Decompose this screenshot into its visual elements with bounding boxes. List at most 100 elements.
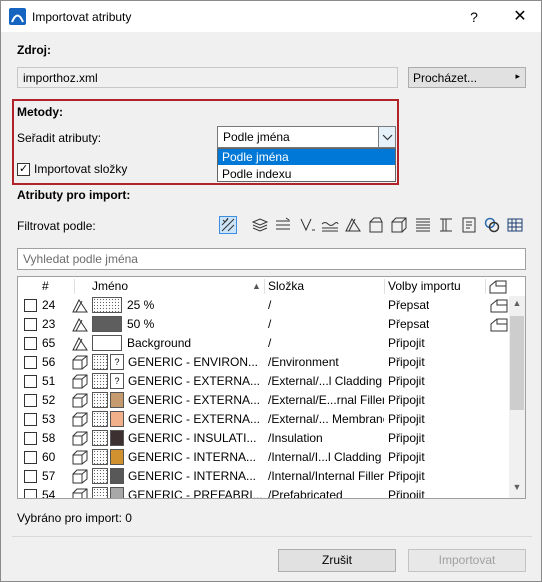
table-row[interactable]: 23 50 % / Přepsat xyxy=(18,315,509,334)
fill-type-icon xyxy=(72,299,88,313)
row-index: 53 xyxy=(42,412,56,426)
table-row[interactable]: 53 GENERIC - EXTERNA... /External/... Memb… xyxy=(18,410,509,429)
row-import-option[interactable]: Připojit xyxy=(388,469,425,483)
chevron-down-icon xyxy=(382,134,393,141)
unknown-surface-icon: ? xyxy=(110,354,124,370)
table-row[interactable]: 52 GENERIC - EXTERNA... /External/E...rnal… xyxy=(18,391,509,410)
column-header-index[interactable]: # xyxy=(42,277,49,296)
row-import-option[interactable]: Připojit xyxy=(388,336,425,350)
sort-attributes-select[interactable]: Podle jména xyxy=(217,126,396,148)
row-name: GENERIC - INTERNA... xyxy=(128,469,257,483)
row-checkbox[interactable] xyxy=(24,432,37,445)
row-import-option[interactable]: Připojit xyxy=(388,374,425,388)
row-checkbox[interactable] xyxy=(24,356,37,369)
row-checkbox[interactable] xyxy=(24,470,37,483)
row-import-option[interactable]: Připojit xyxy=(388,488,425,498)
building-materials-icon[interactable] xyxy=(390,216,408,234)
pens-icon[interactable] xyxy=(274,216,292,234)
fill-swatch xyxy=(92,354,108,370)
row-import-option[interactable]: Připojit xyxy=(388,355,425,369)
row-index: 51 xyxy=(42,374,56,388)
row-checkbox[interactable] xyxy=(24,394,37,407)
column-header-name[interactable]: Jméno xyxy=(92,277,128,296)
surface-swatch xyxy=(110,392,124,408)
methods-heading: Metody: xyxy=(17,105,63,119)
source-heading: Zdroj: xyxy=(17,43,51,57)
row-import-option[interactable]: Připojit xyxy=(388,431,425,445)
import-folders-label: Importovat složky xyxy=(34,162,128,176)
row-name: 25 % xyxy=(127,298,155,312)
table-row[interactable]: 56? GENERIC - ENVIRON... /Environment Připo… xyxy=(18,353,509,372)
building-material-icon xyxy=(72,488,88,498)
composites-icon[interactable] xyxy=(344,216,362,234)
row-index: 24 xyxy=(42,298,56,312)
import-folders-checkbox[interactable]: ✓ xyxy=(17,163,30,176)
row-checkbox[interactable] xyxy=(24,375,37,388)
row-checkbox[interactable] xyxy=(24,489,37,498)
zones-icon[interactable] xyxy=(437,216,455,234)
surface-swatch xyxy=(110,411,124,427)
all-attributes-icon[interactable] xyxy=(219,216,237,234)
search-input[interactable]: Vyhledat podle jména xyxy=(17,248,526,270)
building-material-icon xyxy=(72,355,88,370)
column-header-import-options[interactable]: Volby importu xyxy=(388,277,461,296)
row-index: 58 xyxy=(42,431,56,445)
table-row[interactable]: 54 GENERIC - PREFABRI... /Prefabricated Při… xyxy=(18,486,509,499)
scrollbar-thumb[interactable] xyxy=(510,316,524,410)
table-row[interactable]: 60 GENERIC - INTERNA... /Internal/I...l Cl… xyxy=(18,448,509,467)
building-material-icon xyxy=(72,469,88,484)
row-checkbox[interactable] xyxy=(24,413,37,426)
table-row[interactable]: 65 Background / Připojit xyxy=(18,334,509,353)
row-checkbox[interactable] xyxy=(24,337,37,350)
table-row[interactable]: 57 GENERIC - INTERNA... /Internal/Internal… xyxy=(18,467,509,486)
row-index: 56 xyxy=(42,355,56,369)
sort-option-by-index[interactable]: Podle indexu xyxy=(218,166,395,182)
surfaces-icon[interactable] xyxy=(414,216,432,234)
operation-profiles-icon[interactable] xyxy=(506,216,524,234)
row-checkbox[interactable] xyxy=(24,318,37,331)
scroll-up-icon[interactable]: ▲ xyxy=(509,298,525,312)
building-material-icon xyxy=(72,450,88,465)
row-import-option[interactable]: Přepsat xyxy=(388,298,429,312)
fill-swatch xyxy=(92,373,108,389)
source-file-field: importhoz.xml xyxy=(17,67,398,88)
row-folder: /External/E...rnal Filler xyxy=(268,393,384,407)
row-import-option[interactable]: Přepsat xyxy=(388,317,429,331)
column-header-folder[interactable]: Složka xyxy=(268,277,304,296)
close-button[interactable]: ✕ xyxy=(508,7,532,27)
markup-styles-icon[interactable] xyxy=(483,216,501,234)
table-row[interactable]: 51? GENERIC - EXTERNA... /External/...l Cl… xyxy=(18,372,509,391)
row-checkbox[interactable] xyxy=(24,299,37,312)
dropdown-toggle[interactable] xyxy=(378,127,395,147)
attributes-table: # Jméno ▲ Složka Volby importu 24 25 % / Př… xyxy=(17,276,526,499)
row-import-option[interactable]: Připojit xyxy=(388,450,425,464)
profiles-icon[interactable] xyxy=(367,216,385,234)
row-index: 65 xyxy=(42,336,56,350)
row-import-option[interactable]: Připojit xyxy=(388,412,425,426)
fill-swatch xyxy=(92,411,108,427)
line-types-icon[interactable] xyxy=(298,216,316,234)
row-folder: /Environment xyxy=(268,355,339,369)
fill-swatch xyxy=(92,449,108,465)
row-folder: /Prefabricated xyxy=(268,488,343,499)
table-row[interactable]: 24 25 % / Přepsat xyxy=(18,296,509,315)
table-row[interactable]: 58 GENERIC - INSULATI... /Insulation Připoj… xyxy=(18,429,509,448)
help-button[interactable]: ? xyxy=(462,7,486,27)
sort-option-by-name[interactable]: Podle jména xyxy=(218,149,395,165)
footer-separator xyxy=(12,536,532,537)
import-button[interactable]: Importovat xyxy=(408,549,526,572)
scroll-down-icon[interactable]: ▼ xyxy=(509,482,525,496)
vertical-scrollbar[interactable]: ▲ ▼ xyxy=(509,296,525,498)
house-icon xyxy=(489,280,507,294)
row-folder: / xyxy=(268,317,272,331)
row-import-option[interactable]: Připojit xyxy=(388,393,425,407)
row-index: 52 xyxy=(42,393,56,407)
fill-types-icon[interactable] xyxy=(321,216,339,234)
fill-swatch xyxy=(92,487,108,498)
browse-button[interactable]: Procházet... ▸ xyxy=(408,67,526,88)
layers-icon[interactable] xyxy=(251,216,269,234)
cancel-button[interactable]: Zrušit xyxy=(278,549,396,572)
row-checkbox[interactable] xyxy=(24,451,37,464)
layer-combinations-icon[interactable] xyxy=(460,216,478,234)
row-index: 57 xyxy=(42,469,56,483)
